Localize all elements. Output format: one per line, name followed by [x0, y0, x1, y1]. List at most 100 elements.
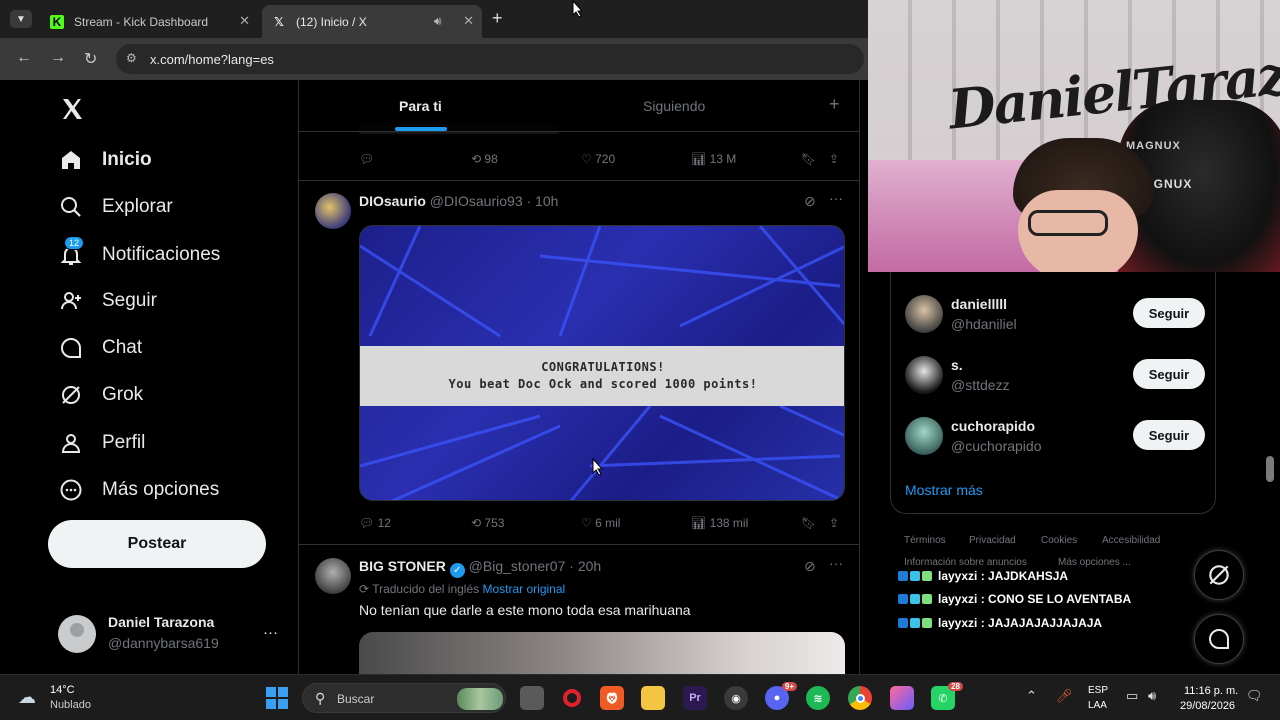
- nav-item-perfil[interactable]: Perfil: [58, 430, 145, 456]
- follow-button[interactable]: Seguir: [1133, 359, 1205, 389]
- keyboard-layout[interactable]: LAA: [1088, 700, 1107, 711]
- more-icon[interactable]: ···: [263, 624, 278, 641]
- gallery-icon[interactable]: [890, 686, 914, 710]
- x-logo-icon[interactable]: [60, 97, 84, 121]
- bookmark-icon[interactable]: 🔖︎: [801, 516, 816, 530]
- site-settings-icon[interactable]: ⚙: [126, 51, 137, 65]
- file-explorer-icon[interactable]: [641, 686, 665, 710]
- reload-icon[interactable]: ↻: [84, 49, 97, 69]
- premiere-icon[interactable]: Pr: [683, 686, 707, 710]
- nav-item-inicio[interactable]: Inicio: [58, 147, 152, 173]
- weather-temperature[interactable]: 14°C: [50, 684, 75, 696]
- back-icon[interactable]: ←: [16, 49, 32, 67]
- like-button[interactable]: ♡ 720: [581, 152, 615, 166]
- tweet-author-name[interactable]: BIG STONER: [359, 558, 446, 574]
- chrome-icon[interactable]: [848, 686, 872, 710]
- input-language[interactable]: ESP: [1088, 685, 1108, 696]
- speaker-icon[interactable]: 🔊︎: [434, 14, 442, 29]
- task-view-icon[interactable]: [520, 686, 544, 710]
- cloud-icon[interactable]: ☁: [18, 687, 36, 708]
- show-original-link[interactable]: Mostrar original: [482, 582, 565, 596]
- follow-suggestion[interactable]: cuchorapido @cuchorapido Seguir: [905, 414, 1205, 458]
- avatar[interactable]: [315, 558, 351, 594]
- like-button[interactable]: ♡ 6 mil: [581, 516, 620, 530]
- tweet-author-handle[interactable]: @Big_stoner07: [469, 558, 566, 574]
- grok-float-button[interactable]: [1194, 550, 1244, 600]
- post-button[interactable]: Postear: [48, 520, 266, 568]
- suggestion-name[interactable]: s.: [951, 357, 963, 373]
- tweet-time[interactable]: · 20h: [569, 558, 601, 574]
- retweet-button[interactable]: ⟲ 753: [471, 516, 504, 530]
- tweet-media[interactable]: CONGRATULATIONS! You beat Doc Ock and sc…: [359, 225, 845, 501]
- tab-siguiendo[interactable]: Siguiendo: [643, 98, 705, 114]
- suggestion-name[interactable]: cuchorapido: [951, 418, 1035, 434]
- close-tab-icon[interactable]: ✕: [463, 13, 474, 29]
- windows-start-icon[interactable]: [266, 687, 288, 709]
- taskbar-search[interactable]: ⚲ Buscar: [302, 683, 506, 713]
- url-field[interactable]: ⚙ x.com/home?lang=es: [116, 44, 864, 74]
- add-tab-icon[interactable]: +: [829, 94, 840, 115]
- share-icon[interactable]: ⇪: [829, 152, 839, 166]
- whatsapp-icon[interactable]: ✆ 28: [931, 682, 963, 710]
- nav-item-notificaciones[interactable]: 12 Notificaciones: [58, 236, 220, 268]
- tweet-author-handle[interactable]: @DIOsaurio93: [430, 193, 523, 209]
- footer-link-accessibility[interactable]: Accesibilidad: [1102, 535, 1160, 546]
- footer-link-privacy[interactable]: Privacidad: [969, 535, 1016, 546]
- show-more-link[interactable]: Mostrar más: [905, 482, 983, 498]
- new-tab-icon[interactable]: +: [492, 8, 503, 29]
- account-switcher[interactable]: Daniel Tarazona @dannybarsa619 ···: [58, 610, 288, 660]
- scrollbar[interactable]: [1266, 456, 1274, 482]
- reply-icon[interactable]: 💬︎: [359, 152, 374, 166]
- footer-link-more[interactable]: Más opciones ...: [1058, 557, 1131, 568]
- reply-button[interactable]: 💬︎ 12: [359, 516, 391, 530]
- tab-para-ti[interactable]: Para ti: [399, 98, 442, 114]
- views-button[interactable]: 📊︎ 13 M: [691, 152, 736, 166]
- avatar[interactable]: [905, 417, 943, 455]
- tweet-media[interactable]: [359, 632, 845, 674]
- follow-button[interactable]: Seguir: [1133, 420, 1205, 450]
- grok-icon[interactable]: ⊘: [804, 193, 816, 210]
- nav-item-grok[interactable]: Grok: [58, 382, 143, 408]
- microphone-icon[interactable]: 🎤︎: [1056, 688, 1073, 704]
- notification-center-icon[interactable]: 🗨︎: [1246, 688, 1263, 704]
- avatar[interactable]: [905, 295, 943, 333]
- footer-link-cookies[interactable]: Cookies: [1041, 535, 1077, 546]
- speaker-icon[interactable]: 🔊︎: [1148, 688, 1156, 704]
- retweet-button[interactable]: ⟲ 98: [471, 152, 498, 166]
- nav-item-chat[interactable]: Chat: [58, 335, 142, 361]
- discord-icon[interactable]: ● 9+: [765, 682, 797, 710]
- grok-icon[interactable]: ⊘: [804, 558, 816, 575]
- nav-item-seguir[interactable]: Seguir: [58, 288, 157, 314]
- more-icon[interactable]: ···: [829, 190, 843, 206]
- share-icon[interactable]: ⇪: [829, 516, 839, 530]
- nav-item-explorar[interactable]: Explorar: [58, 194, 173, 220]
- messages-float-button[interactable]: [1194, 614, 1244, 664]
- clock-date[interactable]: 29/08/2026: [1180, 700, 1235, 712]
- more-icon[interactable]: ···: [829, 555, 843, 571]
- follow-button[interactable]: Seguir: [1133, 298, 1205, 328]
- chevron-up-icon[interactable]: ⌃: [1026, 688, 1037, 704]
- avatar[interactable]: [315, 193, 351, 229]
- avatar[interactable]: [905, 356, 943, 394]
- views-button[interactable]: 📊︎ 138 mil: [691, 516, 748, 530]
- footer-link-ads-info[interactable]: Información sobre anuncios: [904, 557, 1027, 568]
- obs-icon[interactable]: ◉: [724, 686, 748, 710]
- footer-link-terms[interactable]: Términos: [904, 535, 946, 546]
- tweet-author-name[interactable]: DIOsaurio: [359, 193, 426, 209]
- brave-icon[interactable]: 🦁︎: [600, 686, 624, 710]
- spotify-icon[interactable]: ≋: [806, 686, 830, 710]
- close-tab-icon[interactable]: ✕: [239, 13, 250, 29]
- clock-time[interactable]: 11:16 p. m.: [1184, 685, 1238, 697]
- follow-suggestion[interactable]: danielllll @hdaniliel Seguir: [905, 292, 1205, 336]
- browser-tab-kick[interactable]: K Stream - Kick Dashboard ✕: [40, 5, 258, 38]
- tab-search-dropdown-icon[interactable]: ▼: [10, 10, 32, 28]
- opera-icon[interactable]: [560, 686, 584, 710]
- follow-suggestion[interactable]: s. @sttdezz Seguir: [905, 353, 1205, 397]
- tweet-time[interactable]: · 10h: [527, 193, 559, 209]
- nav-item-mas-opciones[interactable]: Más opciones: [58, 477, 219, 503]
- suggestion-name[interactable]: danielllll: [951, 296, 1007, 312]
- network-icon[interactable]: ▭: [1126, 688, 1138, 704]
- forward-icon[interactable]: →: [50, 49, 66, 67]
- browser-tab-x[interactable]: 𝕏 (12) Inicio / X 🔊︎ ✕: [262, 5, 482, 38]
- weather-description[interactable]: Nublado: [50, 699, 91, 711]
